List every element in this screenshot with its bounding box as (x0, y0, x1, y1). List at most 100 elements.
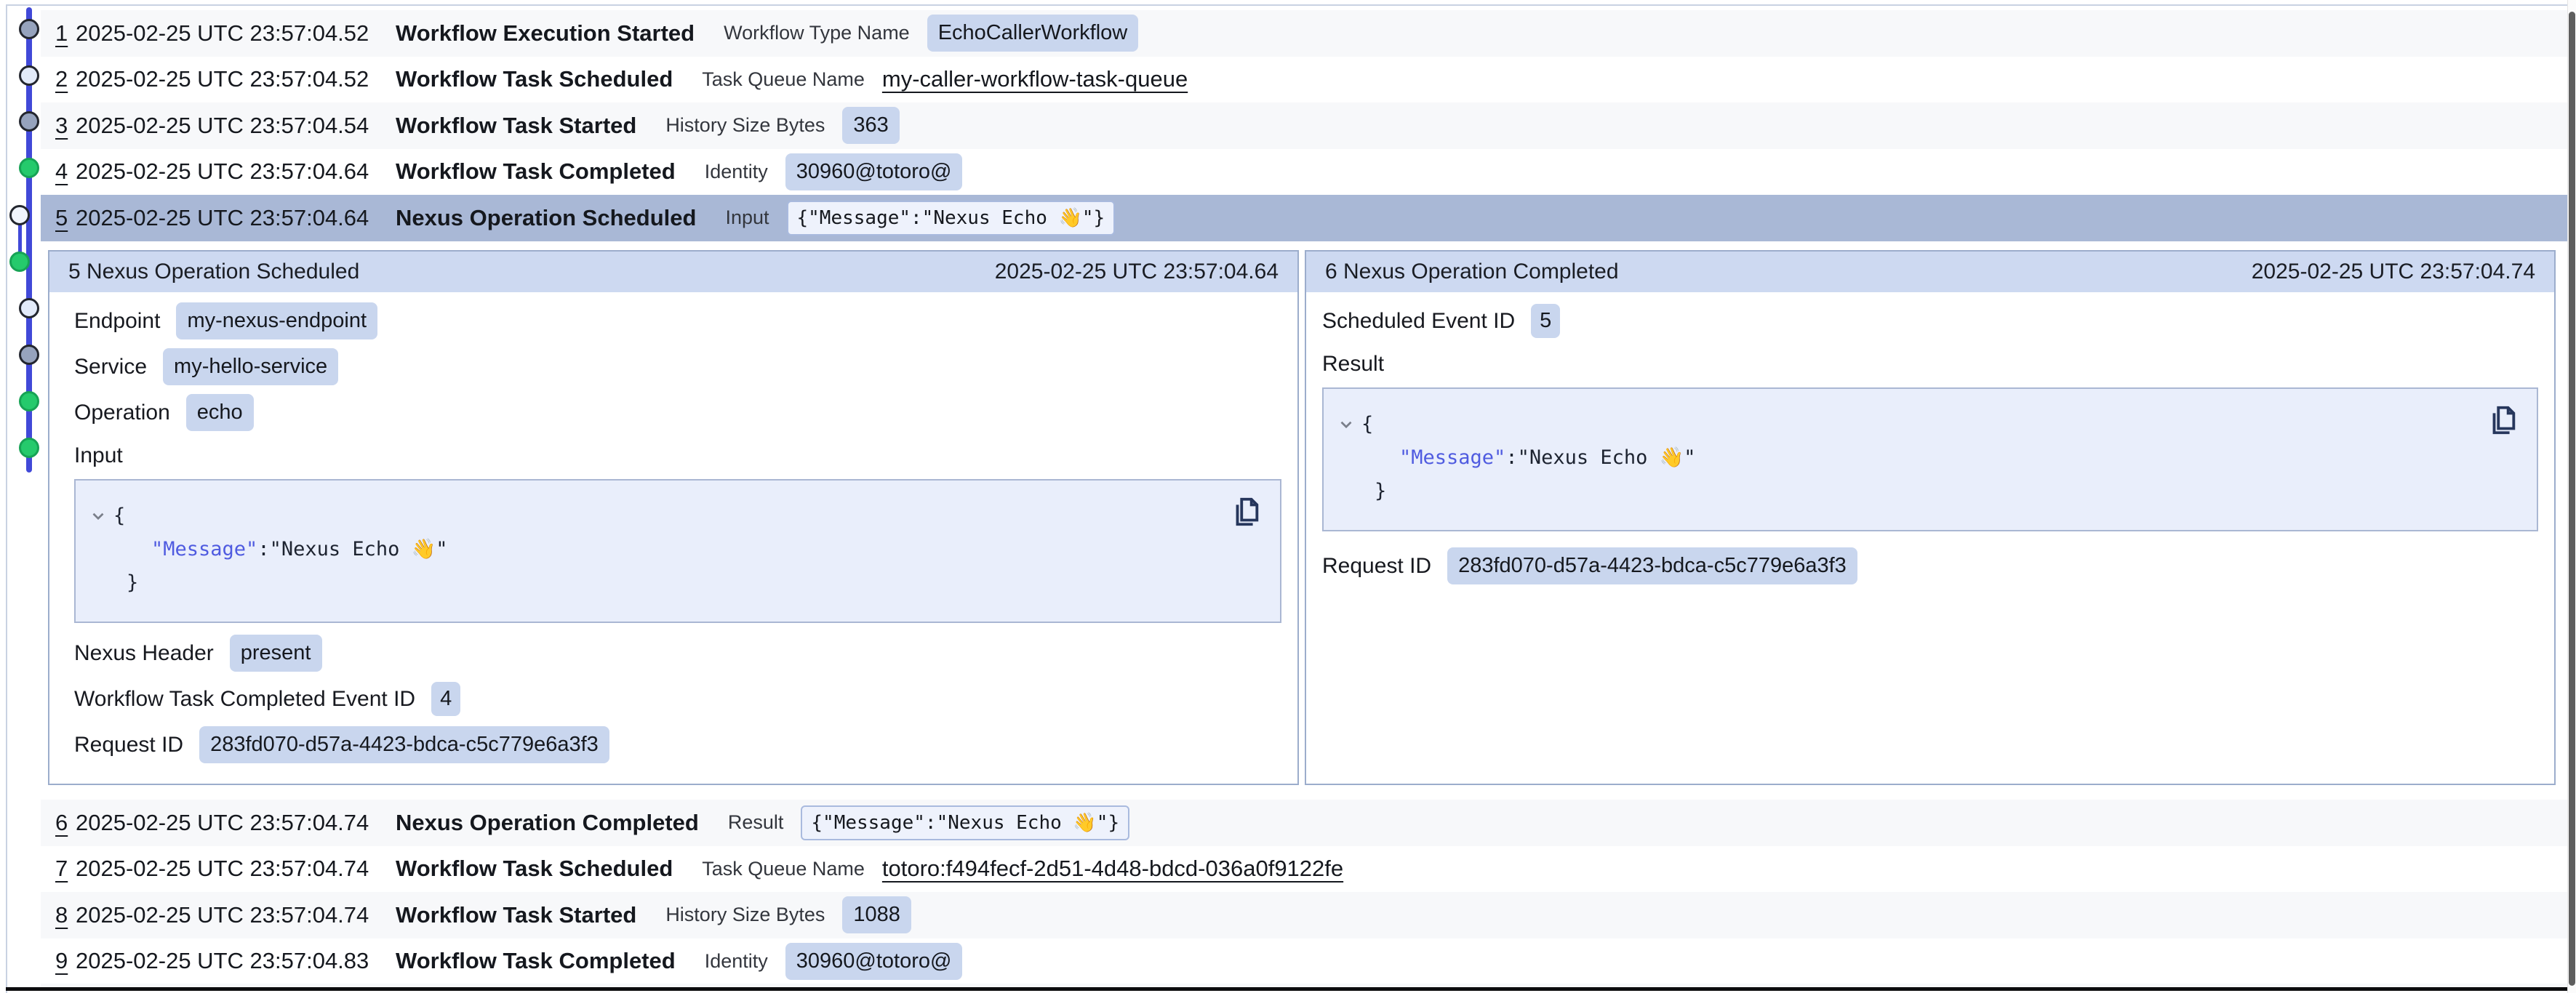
panel-timestamp: 2025-02-25 UTC 23:57:04.64 (995, 260, 1279, 284)
event-row-8[interactable]: 8 2025-02-25 UTC 23:57:04.74 Workflow Ta… (41, 892, 2567, 938)
event-row-9[interactable]: 9 2025-02-25 UTC 23:57:04.83 Workflow Ta… (41, 938, 2567, 985)
event-time: 2025-02-25 UTC 23:57:04.52 (76, 66, 396, 92)
event-row-3[interactable]: 3 2025-02-25 UTC 23:57:04.54 Workflow Ta… (41, 102, 2567, 149)
event-id-link[interactable]: 8 (41, 902, 76, 928)
json-close-brace: } (127, 566, 138, 600)
event-attr-label: Task Queue Name (702, 68, 865, 91)
field-label: Request ID (1322, 554, 1431, 579)
task-queue-link[interactable]: my-caller-workflow-task-queue (882, 66, 1188, 92)
panel-body: Endpoint my-nexus-endpoint Service my-he… (49, 292, 1297, 785)
json-open-brace: { (1361, 408, 1373, 441)
event-attr-label: Result (728, 811, 784, 834)
field-value-badge: present (230, 635, 322, 672)
event-rows-top: 1 2025-02-25 UTC 23:57:04.52 Workflow Ex… (41, 10, 2567, 241)
task-queue-link[interactable]: totoro:f494fecf-2d51-4d48-bdcd-036a0f912… (882, 856, 1343, 881)
field-value-badge: my-nexus-endpoint (176, 302, 377, 339)
event-attr-label: Workflow Type Name (724, 22, 910, 44)
event-id-link[interactable]: 9 (41, 948, 76, 974)
event-2-dot-icon[interactable] (19, 65, 39, 86)
result-json-viewer: { "Message": "Nexus Echo 👋" } (1322, 387, 2538, 531)
event-payload-badge: {"Message":"Nexus Echo 👋"} (787, 201, 1116, 236)
json-colon: : (1505, 441, 1517, 475)
bottom-edge-bar (6, 987, 2569, 991)
collapse-chevron-icon[interactable] (89, 507, 108, 526)
field-value-badge: 5 (1531, 304, 1560, 338)
event-id-link[interactable]: 7 (41, 856, 76, 882)
event-4-dot-icon[interactable] (19, 158, 39, 178)
field-value-badge: my-hello-service (163, 348, 338, 385)
event-rows-bottom: 6 2025-02-25 UTC 23:57:04.74 Nexus Opera… (41, 800, 2567, 984)
field-label: Nexus Header (74, 641, 214, 666)
event-timeline (0, 0, 41, 509)
event-attr-badge: 1088 (842, 896, 911, 933)
result-label: Result (1322, 344, 2538, 385)
json-value: "Nexus Echo 👋" (270, 533, 448, 566)
input-label: Input (74, 435, 1281, 476)
event-id-link[interactable]: 3 (41, 113, 76, 139)
event-time: 2025-02-25 UTC 23:57:04.83 (76, 948, 396, 974)
event-attr-label: Task Queue Name (702, 858, 865, 880)
event-name: Workflow Task Completed (396, 948, 676, 974)
event-id-link[interactable]: 1 (41, 20, 76, 47)
event-time: 2025-02-25 UTC 23:57:04.64 (76, 205, 396, 231)
event-name: Nexus Operation Scheduled (396, 205, 696, 231)
panel-header: 6 Nexus Operation Completed 2025-02-25 U… (1306, 252, 2554, 292)
event-row-5-selected[interactable]: 5 2025-02-25 UTC 23:57:04.64 Nexus Opera… (41, 195, 2567, 241)
collapse-chevron-icon[interactable] (1337, 415, 1356, 434)
event-row-4[interactable]: 4 2025-02-25 UTC 23:57:04.64 Workflow Ta… (41, 149, 2567, 196)
event-name: Nexus Operation Completed (396, 810, 699, 836)
endpoint-id-link[interactable]: 3c0c75ccfa8144b092c13ce632463761 (204, 782, 592, 786)
json-open-brace: { (113, 499, 125, 533)
scrollbar-track[interactable] (2567, 0, 2576, 993)
event-name: Workflow Task Scheduled (396, 66, 673, 92)
event-id-link[interactable]: 6 (41, 810, 76, 836)
event-row-2[interactable]: 2 2025-02-25 UTC 23:57:04.52 Workflow Ta… (41, 57, 2567, 103)
panel-title: 6 Nexus Operation Completed (1325, 260, 1619, 284)
copy-button[interactable] (1228, 494, 1264, 531)
event-attr-label: Identity (705, 161, 768, 183)
json-key: "Message" (1399, 441, 1505, 475)
event-1-dot-icon[interactable] (19, 19, 39, 39)
field-label: Endpoint (74, 309, 160, 334)
nexus-operation-completed-panel: 6 Nexus Operation Completed 2025-02-25 U… (1305, 250, 2556, 785)
scrollbar-thumb[interactable] (2569, 12, 2575, 986)
field-value-badge: 283fd070-d57a-4423-bdca-c5c779e6a3f3 (199, 726, 609, 763)
event-7-dot-icon[interactable] (19, 298, 39, 318)
frame-top-border (6, 4, 2569, 6)
event-5-dot-icon[interactable] (9, 205, 30, 225)
event-attr-badge: EchoCallerWorkflow (927, 15, 1139, 52)
event-time: 2025-02-25 UTC 23:57:04.54 (76, 113, 396, 139)
event-id-link[interactable]: 4 (41, 158, 76, 185)
event-name: Workflow Task Scheduled (396, 856, 673, 882)
event-10-dot-icon[interactable] (19, 438, 39, 458)
copy-button[interactable] (2484, 402, 2521, 440)
event-time: 2025-02-25 UTC 23:57:04.74 (76, 856, 396, 882)
event-9-dot-icon[interactable] (19, 391, 39, 411)
field-value-badge: echo (186, 394, 254, 431)
json-key: "Message" (151, 533, 257, 566)
field-label: Request ID (74, 733, 183, 757)
event-time: 2025-02-25 UTC 23:57:04.74 (76, 810, 396, 836)
event-row-6[interactable]: 6 2025-02-25 UTC 23:57:04.74 Nexus Opera… (41, 800, 2567, 846)
workflow-history-view: 1 2025-02-25 UTC 23:57:04.52 Workflow Ex… (0, 0, 2576, 993)
copy-icon (1229, 494, 1263, 529)
event-id-link[interactable]: 5 (41, 205, 76, 231)
event-row-1[interactable]: 1 2025-02-25 UTC 23:57:04.52 Workflow Ex… (41, 10, 2567, 57)
field-value-badge: 4 (431, 682, 460, 716)
event-6-dot-icon[interactable] (9, 252, 30, 272)
json-close-brace: } (1375, 475, 1386, 508)
event-attr-badge: 30960@totoro@ (785, 153, 963, 190)
json-value: "Nexus Echo 👋" (1518, 441, 1696, 475)
event-id-link[interactable]: 2 (41, 66, 76, 92)
event-name: Workflow Task Completed (396, 158, 676, 185)
event-3-dot-icon[interactable] (19, 111, 39, 132)
event-row-7[interactable]: 7 2025-02-25 UTC 23:57:04.74 Workflow Ta… (41, 846, 2567, 893)
event-attr-badge: 363 (842, 107, 899, 144)
event-payload-badge: {"Message":"Nexus Echo 👋"} (801, 805, 1129, 840)
nexus-operation-scheduled-panel: 5 Nexus Operation Scheduled 2025-02-25 U… (48, 250, 1299, 785)
field-label: Scheduled Event ID (1322, 309, 1515, 334)
field-value-badge: 283fd070-d57a-4423-bdca-c5c779e6a3f3 (1447, 547, 1857, 584)
event-8-dot-icon[interactable] (19, 345, 39, 365)
field-label: Endpoint ID (74, 783, 188, 786)
field-label: Operation (74, 401, 170, 425)
